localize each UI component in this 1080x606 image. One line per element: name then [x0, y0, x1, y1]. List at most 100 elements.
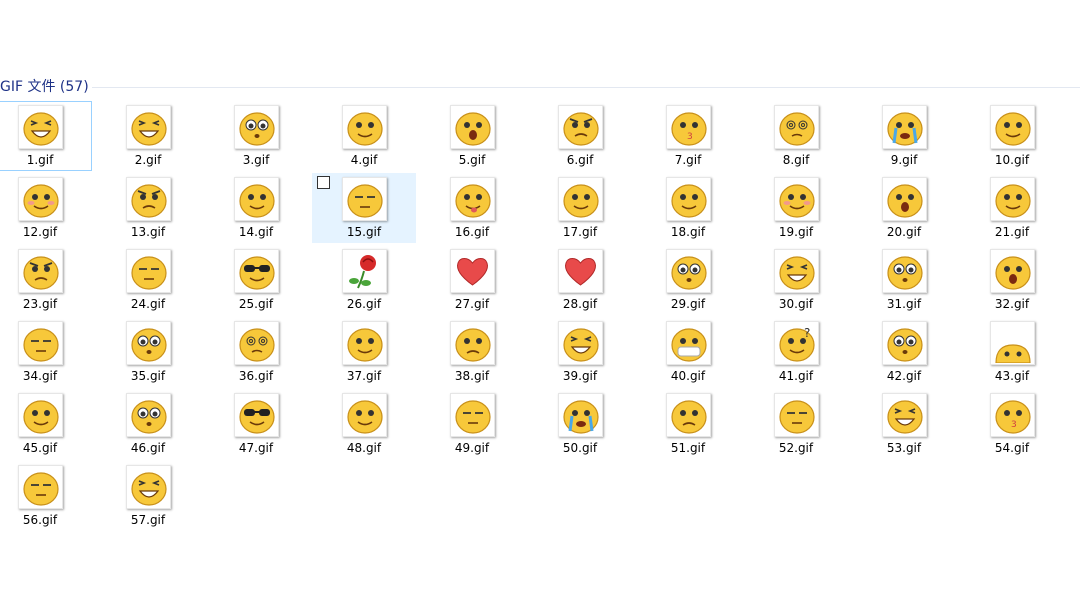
file-item[interactable]: 3 54.gif [960, 389, 1064, 459]
file-item[interactable]: 46.gif [96, 389, 200, 459]
file-name[interactable]: 26.gif [313, 296, 415, 312]
thumbnail[interactable] [18, 321, 63, 365]
thumbnail[interactable] [342, 321, 387, 365]
file-name[interactable]: 52.gif [745, 440, 847, 456]
file-name[interactable]: 51.gif [637, 440, 739, 456]
file-item[interactable]: 43.gif [960, 317, 1064, 387]
file-name[interactable]: 3.gif [205, 152, 307, 168]
file-name[interactable]: 50.gif [529, 440, 631, 456]
file-name[interactable]: 42.gif [853, 368, 955, 384]
thumbnail[interactable] [18, 393, 63, 437]
file-item[interactable]: 12.gif [0, 173, 92, 243]
file-item[interactable]: 37.gif [636, 101, 740, 171]
thumbnail[interactable] [558, 249, 603, 293]
thumbnail[interactable] [126, 105, 171, 149]
file-item[interactable]: 23.gif [0, 245, 92, 315]
file-item[interactable]: 24.gif [96, 245, 200, 315]
file-name[interactable]: 31.gif [853, 296, 955, 312]
file-item[interactable]: 35.gif [96, 317, 200, 387]
thumbnail[interactable]: ? [774, 321, 819, 365]
file-item[interactable]: 4.gif [312, 101, 416, 171]
file-name[interactable]: 56.gif [0, 512, 91, 528]
thumbnail[interactable] [666, 393, 711, 437]
thumbnail[interactable] [450, 321, 495, 365]
thumbnail[interactable] [450, 249, 495, 293]
file-item[interactable]: 8.gif [744, 101, 848, 171]
thumbnail[interactable] [234, 177, 279, 221]
file-item[interactable]: 25.gif [204, 245, 308, 315]
file-item[interactable]: 5.gif [420, 101, 524, 171]
file-name[interactable]: 27.gif [421, 296, 523, 312]
file-item[interactable]: 17.gif [528, 173, 632, 243]
file-name[interactable]: 30.gif [745, 296, 847, 312]
file-item[interactable]: 57.gif [96, 461, 200, 531]
file-name[interactable]: 38.gif [421, 368, 523, 384]
file-item[interactable]: 26.gif [312, 245, 416, 315]
thumbnail[interactable]: 3 [666, 105, 711, 149]
file-item[interactable]: 19.gif [744, 173, 848, 243]
thumbnail[interactable] [558, 105, 603, 149]
thumbnail[interactable] [234, 393, 279, 437]
thumbnail[interactable] [18, 105, 63, 149]
file-item[interactable]: 52.gif [744, 389, 848, 459]
file-item[interactable]: 27.gif [420, 245, 524, 315]
file-item[interactable]: 3.gif [204, 101, 308, 171]
file-name[interactable]: 12.gif [0, 224, 91, 240]
file-item[interactable]: 45.gif [0, 389, 92, 459]
thumbnail[interactable] [450, 105, 495, 149]
file-name[interactable]: 25.gif [205, 296, 307, 312]
thumbnail[interactable] [666, 177, 711, 221]
thumbnail[interactable] [342, 105, 387, 149]
thumbnail[interactable] [450, 393, 495, 437]
file-item[interactable]: 30.gif [744, 245, 848, 315]
file-name[interactable]: 34.gif [0, 368, 91, 384]
file-name[interactable]: 23.gif [0, 296, 91, 312]
file-name[interactable]: 4.gif [313, 152, 415, 168]
file-item[interactable]: 29.gif [636, 245, 740, 315]
thumbnail[interactable] [882, 393, 927, 437]
file-name[interactable]: 6.gif [529, 152, 631, 168]
thumbnail[interactable] [666, 249, 711, 293]
file-item[interactable]: 20.gif [852, 173, 956, 243]
file-item[interactable]: 51.gif [636, 389, 740, 459]
file-name[interactable]: 37.gif [313, 368, 415, 384]
file-item[interactable]: 21.gif [960, 173, 1064, 243]
file-name[interactable]: 24.gif [97, 296, 199, 312]
file-item[interactable]: 18.gif [636, 173, 740, 243]
thumbnail[interactable] [882, 321, 927, 365]
thumbnail[interactable] [18, 249, 63, 293]
file-item[interactable]: 32.gif [960, 245, 1064, 315]
file-name[interactable]: 10.gif [961, 152, 1063, 168]
file-name[interactable]: 21.gif [961, 224, 1063, 240]
file-item[interactable]: ? 41.gif [744, 317, 848, 387]
file-item[interactable]: 16.gif [420, 173, 524, 243]
thumbnail[interactable] [774, 249, 819, 293]
file-name[interactable]: 1.gif [0, 152, 91, 168]
file-item[interactable]: 9.gif [852, 101, 956, 171]
file-item[interactable]: 48.gif [312, 389, 416, 459]
file-name[interactable]: 19.gif [745, 224, 847, 240]
thumbnail[interactable] [126, 321, 171, 365]
file-name[interactable]: 39.gif [529, 368, 631, 384]
file-name[interactable]: 13.gif [97, 224, 199, 240]
file-name[interactable]: 41.gif [745, 368, 847, 384]
thumbnail[interactable] [666, 321, 711, 365]
file-name[interactable]: 29.gif [637, 296, 739, 312]
file-item[interactable]: 39.gif [528, 317, 632, 387]
thumbnail[interactable] [126, 393, 171, 437]
file-name[interactable]: 28.gif [529, 296, 631, 312]
thumbnail[interactable] [18, 177, 63, 221]
select-checkbox[interactable] [317, 176, 330, 189]
file-item[interactable]: 50.gif [528, 389, 632, 459]
thumbnail[interactable] [558, 393, 603, 437]
file-name[interactable]: 17.gif [529, 224, 631, 240]
thumbnail[interactable] [558, 321, 603, 365]
file-item[interactable]: 37.gif [312, 317, 416, 387]
file-name[interactable]: 18.gif [637, 224, 739, 240]
file-item[interactable]: 31.gif [852, 245, 956, 315]
thumbnail[interactable] [882, 177, 927, 221]
thumbnail[interactable] [342, 177, 387, 221]
thumbnail[interactable] [774, 393, 819, 437]
thumbnail[interactable] [774, 177, 819, 221]
thumbnail[interactable] [126, 465, 171, 509]
